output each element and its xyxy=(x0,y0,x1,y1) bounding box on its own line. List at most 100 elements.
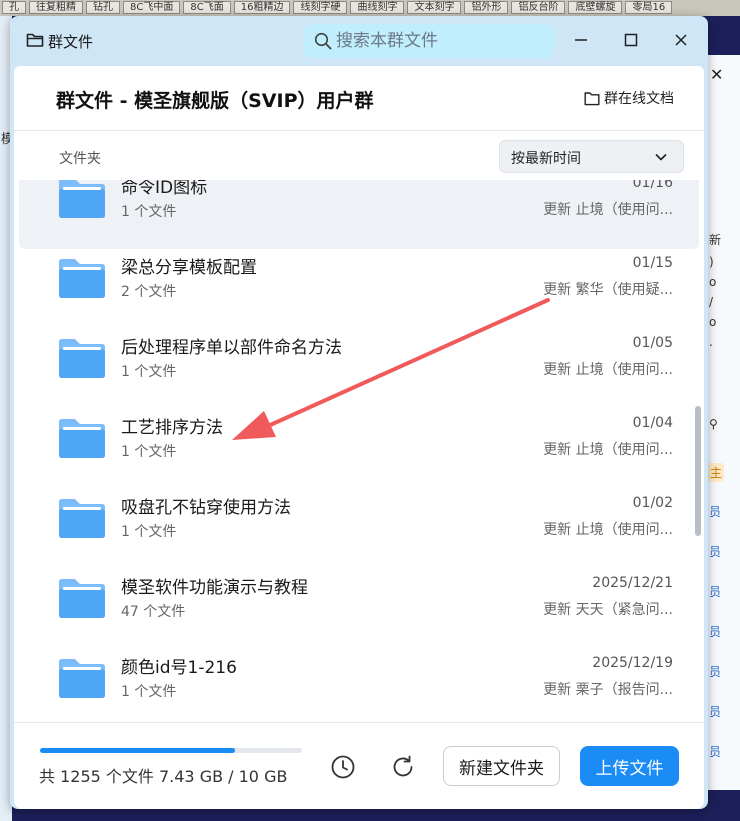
background-tab: 往复粗精 xyxy=(29,1,83,14)
sort-selected-value: 按最新时间 xyxy=(511,151,581,167)
background-role-label: 员 xyxy=(709,745,722,759)
background-tab: 文本刻字 xyxy=(407,1,462,14)
background-glyph: / xyxy=(709,295,714,309)
folder-name: 吸盘孔不钻穿使用方法 xyxy=(121,498,291,518)
scrollbar[interactable] xyxy=(695,406,701,536)
folder-icon xyxy=(56,416,108,460)
folder-updater: 更新 止境（使用问... xyxy=(543,362,673,378)
folder-date: 01/05 xyxy=(632,335,673,351)
background-glyph: o xyxy=(709,315,717,329)
folder-icon xyxy=(56,336,108,380)
folder-file-count: 2 个文件 xyxy=(121,284,177,300)
background-role-label: 员 xyxy=(709,705,722,719)
folder-row[interactable]: 模圣软件功能演示与教程 47 个文件 2025/12/21 更新 天天（紧急问... xyxy=(19,569,699,649)
background-role-label: 员 xyxy=(709,625,722,639)
history-button[interactable] xyxy=(330,754,356,780)
clock-icon xyxy=(331,755,355,779)
folder-name: 梁总分享模板配置 xyxy=(121,258,257,278)
folder-row[interactable]: 梁总分享模板配置 2 个文件 01/15 更新 繁华（使用疑... xyxy=(19,249,699,329)
new-folder-button[interactable]: 新建文件夹 xyxy=(443,746,560,786)
files-panel: 群文件 - 模圣旗舰版（SVIP）用户群 群在线文档 文件夹 按最新时间 命令I… xyxy=(14,66,704,809)
background-search-icon: ⚲ xyxy=(709,417,718,431)
folder-name: 工艺排序方法 xyxy=(121,418,223,438)
folder-name: 颜色id号1-216 xyxy=(121,658,237,678)
folder-name: 后处理程序单以部件命名方法 xyxy=(121,338,342,358)
background-tab: 铝反台阶 xyxy=(511,1,566,14)
divider xyxy=(14,130,704,131)
maximize-icon xyxy=(624,33,638,47)
upload-file-button[interactable]: 上传文件 xyxy=(580,746,679,786)
folder-icon xyxy=(56,180,108,220)
folder-file-count: 47 个文件 xyxy=(121,604,186,620)
folder-name: 命令ID图标 xyxy=(121,180,208,198)
sort-dropdown[interactable]: 按最新时间 xyxy=(499,140,684,173)
background-tab: 8C飞中面 xyxy=(123,1,181,14)
background-owner-badge: 主 xyxy=(708,463,725,482)
background-glyph: o xyxy=(709,275,717,289)
storage-progress-fill xyxy=(40,748,235,753)
folder-section-label: 文件夹 xyxy=(59,151,101,167)
folder-icon xyxy=(56,576,108,620)
storage-progress-bar xyxy=(40,748,302,753)
background-tab: 孔 xyxy=(2,1,26,14)
folder-date: 2025/12/19 xyxy=(592,655,673,671)
background-tab: 铝外形 xyxy=(464,1,509,14)
window-title: 群文件 xyxy=(48,33,94,51)
folder-file-count: 1 个文件 xyxy=(121,524,177,540)
folder-date: 01/16 xyxy=(632,180,673,191)
background-tab: 零局16 xyxy=(625,1,673,14)
background-role-label: 员 xyxy=(709,665,722,679)
divider xyxy=(14,722,704,723)
background-tab: 钻孔 xyxy=(86,1,120,14)
folder-updater: 更新 栗子（报告问... xyxy=(543,682,673,698)
folder-row[interactable]: 颜色id号1-216 1 个文件 2025/12/19 更新 栗子（报告问... xyxy=(19,649,699,725)
folder-file-count: 1 个文件 xyxy=(121,364,177,380)
background-role-label: 员 xyxy=(709,545,722,559)
folder-name: 模圣软件功能演示与教程 xyxy=(121,578,308,598)
folder-updater: 更新 天天（紧急问... xyxy=(543,602,673,618)
background-toolbar: 孔往复粗精 钻孔 8C飞中面 8C飞面 16粗精边 线刻字硬 曲线刻字 文本刻字 铝外形 铝反台阶… xyxy=(0,0,740,16)
maximize-button[interactable] xyxy=(620,30,642,50)
minimize-icon xyxy=(575,39,587,41)
folder-row[interactable]: 后处理程序单以部件命名方法 1 个文件 01/05 更新 止境（使用问... xyxy=(19,329,699,409)
folder-date: 01/15 xyxy=(632,255,673,271)
search-input[interactable] xyxy=(336,29,546,53)
background-glyph: . xyxy=(709,335,713,349)
group-files-window: 群文件 群文件 - 模圣旗舰版（SVIP）用户群 群在线文档 文件夹 xyxy=(10,16,708,809)
background-tab: 16粗精边 xyxy=(233,1,291,14)
background-tab: 底壁螺旋 xyxy=(568,1,623,14)
background-role-label: 员 xyxy=(709,585,722,599)
folder-date: 01/04 xyxy=(632,415,673,431)
background-tab: 8C飞面 xyxy=(183,1,231,14)
title-bar: 群文件 xyxy=(10,16,708,64)
background-right-panel: ✕ 新 ) o / o . ⚲ 主 员员员员员员员 xyxy=(706,55,740,790)
folder-date: 01/02 xyxy=(632,495,673,511)
folder-row[interactable]: 工艺排序方法 1 个文件 01/04 更新 止境（使用问... xyxy=(19,409,699,489)
folder-list: 命令ID图标 1 个文件 01/16 更新 止境（使用问... 梁总分享模板配置 2 个文… xyxy=(14,180,704,725)
group-title: 群文件 - 模圣旗舰版（SVIP）用户群 xyxy=(56,90,374,112)
refresh-icon xyxy=(393,755,413,777)
refresh-button[interactable] xyxy=(390,754,416,780)
close-icon xyxy=(675,34,687,46)
folder-icon xyxy=(56,656,108,700)
online-docs-label: 群在线文档 xyxy=(604,91,674,107)
background-role-label: 员 xyxy=(709,505,722,519)
folder-updater: 更新 止境（使用问... xyxy=(543,442,673,458)
folder-outline-icon xyxy=(584,91,600,105)
chevron-down-icon xyxy=(655,153,667,161)
close-button[interactable] xyxy=(670,30,692,50)
folder-row[interactable]: 吸盘孔不钻穿使用方法 1 个文件 01/02 更新 止境（使用问... xyxy=(19,489,699,569)
folder-row[interactable]: 命令ID图标 1 个文件 01/16 更新 止境（使用问... xyxy=(19,180,699,249)
online-docs-link[interactable]: 群在线文档 xyxy=(584,88,674,108)
storage-summary: 共 1255 个文件 7.43 GB / 10 GB xyxy=(39,767,288,786)
folder-file-count: 1 个文件 xyxy=(121,204,177,220)
background-glyph: ) xyxy=(709,255,714,269)
background-tab: 曲线刻字 xyxy=(350,1,405,14)
folder-updater: 更新 止境（使用问... xyxy=(543,522,673,538)
folder-date: 2025/12/21 xyxy=(592,575,673,591)
background-glyph: 新 xyxy=(709,233,722,247)
search-icon xyxy=(314,32,332,50)
folder-file-count: 1 个文件 xyxy=(121,444,177,460)
search-box[interactable] xyxy=(304,24,554,58)
minimize-button[interactable] xyxy=(570,30,592,50)
